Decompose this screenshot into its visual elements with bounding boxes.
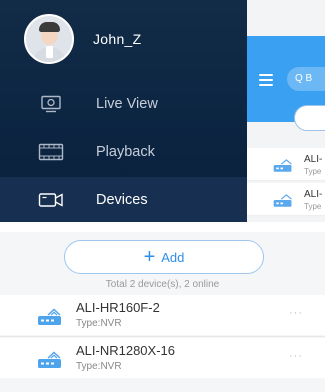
device-type: Type:NVR xyxy=(76,361,122,372)
add-button-partial[interactable] xyxy=(294,105,325,131)
nvr-device-icon xyxy=(273,159,292,172)
device-type: Type:NVR xyxy=(76,318,122,329)
search-field[interactable]: Q B xyxy=(287,67,325,91)
add-device-area: + Add Total 2 device(s), 2 online xyxy=(0,232,325,294)
row-divider xyxy=(0,336,325,337)
device-list-screen: + Add Total 2 device(s), 2 online ALI-HR… xyxy=(0,232,325,392)
camera-icon xyxy=(36,189,66,211)
add-device-button[interactable]: + Add xyxy=(64,240,264,274)
nvr-device-icon xyxy=(38,351,61,368)
menu-item-label: Live View xyxy=(96,96,158,112)
menu-item-devices[interactable]: Devices xyxy=(0,177,247,222)
device-row-partial[interactable]: ALI- Type xyxy=(247,148,325,181)
menu-icon[interactable] xyxy=(259,74,273,89)
menu-item-label: Devices xyxy=(96,192,148,208)
device-type: Type xyxy=(304,202,322,211)
nvr-device-icon xyxy=(38,308,61,325)
device-row-partial[interactable]: ALI- Type xyxy=(247,183,325,216)
more-options-icon[interactable]: ··· xyxy=(289,307,303,319)
device-type: Type xyxy=(304,167,322,176)
side-drawer: John_Z Live View Playback Devices xyxy=(0,0,247,222)
device-name: ALI-NR1280X-16 xyxy=(76,343,175,358)
device-count-summary: Total 2 device(s), 2 online xyxy=(105,279,220,290)
avatar[interactable] xyxy=(24,14,74,64)
menu-item-playback[interactable]: Playback xyxy=(0,129,247,175)
add-button-label: Add xyxy=(161,249,185,265)
device-name: ALI-HR160F-2 xyxy=(76,300,160,315)
more-options-icon[interactable]: ··· xyxy=(289,350,303,362)
monitor-icon xyxy=(36,93,66,115)
menu-item-live-view[interactable]: Live View xyxy=(0,81,247,127)
film-icon xyxy=(36,141,66,163)
device-name: ALI- xyxy=(304,189,323,200)
user-profile[interactable]: John_Z xyxy=(24,14,142,64)
username: John_Z xyxy=(93,31,142,47)
device-row[interactable]: ALI-HR160F-2 Type:NVR ··· xyxy=(0,295,325,335)
device-name: ALI- xyxy=(304,154,323,165)
menu-item-label: Playback xyxy=(96,144,155,160)
navigation-drawer-screen: Q B ALI- Type ALI- Type John_Z Live View… xyxy=(0,0,325,222)
plus-icon: + xyxy=(143,246,156,268)
nvr-device-icon xyxy=(273,194,292,207)
device-row[interactable]: ALI-NR1280X-16 Type:NVR ··· xyxy=(0,338,325,378)
app-content-behind-drawer[interactable]: Q B ALI- Type ALI- Type xyxy=(247,0,325,222)
